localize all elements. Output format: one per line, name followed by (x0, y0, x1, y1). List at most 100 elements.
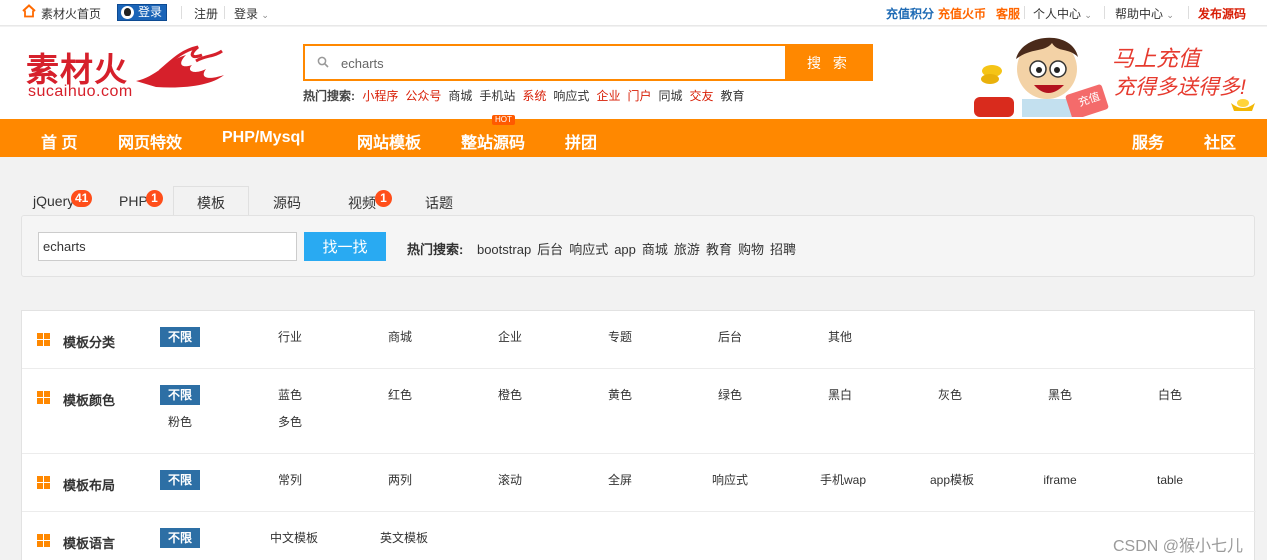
template-hot-keyword[interactable]: 后台 (537, 242, 563, 257)
tab-jquery[interactable]: jQuery (33, 193, 74, 209)
filter-option[interactable]: 其他 (820, 327, 860, 347)
filter-option[interactable]: 响应式 (710, 470, 750, 490)
filter-option[interactable]: 两列 (380, 470, 420, 490)
filter-option[interactable]: app模板 (930, 470, 974, 490)
filter-option[interactable]: 灰色 (930, 385, 970, 405)
filter-option[interactable]: 多色 (270, 412, 310, 432)
service-link[interactable]: 客服 (996, 5, 1020, 22)
home-link[interactable]: 素材火首页 (41, 5, 101, 22)
nav-site-templates[interactable]: 网站模板 (357, 129, 421, 153)
qq-login-button[interactable]: 登录 (117, 4, 167, 21)
hot-search-keyword[interactable]: 同城 (658, 89, 682, 103)
watermark: CSDN @猴小七儿 (1113, 538, 1244, 555)
tab-php[interactable]: PHP (119, 193, 148, 209)
divider (1024, 6, 1025, 19)
filter-option[interactable]: iframe (1040, 470, 1080, 490)
hot-search-keyword[interactable]: 门户 (627, 89, 651, 103)
nav-php-mysql[interactable]: PHP/Mysql (222, 129, 305, 147)
search-button[interactable]: 搜 索 (785, 44, 873, 81)
template-hot-keyword[interactable]: bootstrap (477, 242, 531, 257)
search-input[interactable] (341, 53, 771, 73)
filter-option[interactable]: 黑白 (820, 385, 860, 405)
nav-home[interactable]: 首 页 (41, 129, 77, 153)
tab-video[interactable]: 视频 (348, 193, 376, 213)
tab-source[interactable]: 源码 (273, 193, 301, 213)
hot-search-keyword[interactable]: 公众号 (405, 89, 441, 103)
filter-option[interactable]: 行业 (270, 327, 310, 347)
filter-option[interactable]: 常列 (270, 470, 310, 490)
filter-option[interactable]: 商城 (380, 327, 420, 347)
filter-option[interactable]: 蓝色 (270, 385, 310, 405)
personal-center-dropdown[interactable]: 个人中心 ⌄ (1033, 5, 1092, 22)
nav-group-buy[interactable]: 拼团 (565, 129, 597, 153)
template-hot-keyword[interactable]: 旅游 (674, 242, 700, 257)
site-logo[interactable]: 素材火 sucaihuo.com (24, 41, 224, 103)
filter-option[interactable]: 橙色 (490, 385, 530, 405)
recharge-coins-link[interactable]: 充值火币 (938, 5, 986, 22)
hot-search-keyword[interactable]: 交友 (689, 89, 713, 103)
filter-option[interactable]: 白色 (1150, 385, 1190, 405)
nav-web-effects[interactable]: 网页特效 (118, 129, 182, 153)
help-center-dropdown[interactable]: 帮助中心 ⌄ (1115, 5, 1174, 22)
filter-option[interactable]: 手机wap (820, 470, 866, 490)
qq-login-label: 登录 (138, 5, 163, 19)
template-hot-keyword[interactable]: app (614, 242, 636, 257)
filter-label: 模板分类 (63, 335, 116, 350)
filter-label: 模板语言 (63, 536, 116, 551)
help-center-label: 帮助中心 (1115, 7, 1164, 21)
hot-search-keyword[interactable]: 商城 (448, 89, 472, 103)
filter-option[interactable]: 绿色 (710, 385, 750, 405)
filter-option[interactable]: 英文模板 (380, 528, 428, 548)
divider (1104, 6, 1105, 19)
tab-topics[interactable]: 话题 (425, 193, 453, 213)
filter-option[interactable]: 黑色 (1040, 385, 1080, 405)
hot-search-keyword[interactable]: 小程序 (362, 89, 398, 103)
filter-option[interactable]: table (1150, 470, 1190, 490)
template-hot-keyword[interactable]: 教育 (706, 242, 732, 257)
filter-option[interactable]: 滚动 (490, 470, 530, 490)
filter-option-any[interactable]: 不限 (160, 385, 200, 405)
filter-option[interactable]: 专题 (600, 327, 640, 347)
promo-title: 马上充值 (1112, 46, 1201, 71)
grid-icon (37, 391, 50, 404)
hot-search-keyword[interactable]: 企业 (596, 89, 620, 103)
template-hot-keyword[interactable]: 购物 (738, 242, 764, 257)
filter-label: 模板颜色 (63, 393, 116, 408)
filter-option[interactable]: 红色 (380, 385, 420, 405)
template-hot-keyword[interactable]: 招聘 (770, 242, 796, 257)
login-dropdown[interactable]: 登录 ⌄ (234, 5, 269, 22)
main-nav: 首 页 网页特效 PHP/Mysql 网站模板 整站源码 HOT 拼团 服务 社… (0, 115, 1267, 157)
find-button[interactable]: 找一找 (304, 232, 386, 261)
nav-full-site-source[interactable]: 整站源码 (461, 129, 525, 153)
header: 素材火 sucaihuo.com 搜 索 热门搜索: 小程序公众号商城手机站系统… (0, 27, 1267, 119)
promo-subtitle: 充得多送得多! (1114, 76, 1246, 99)
filter-option-any[interactable]: 不限 (160, 528, 200, 548)
template-hot-keyword[interactable]: 商城 (642, 242, 668, 257)
template-hot-keyword[interactable]: 响应式 (569, 242, 608, 257)
hot-search-keyword[interactable]: 系统 (522, 89, 546, 103)
filter-row: 模板语言 不限 中文模板 英文模板 (22, 512, 1256, 560)
login-label: 登录 (234, 7, 259, 21)
divider (181, 6, 182, 19)
template-search-input[interactable] (38, 232, 297, 261)
hot-search-keyword[interactable]: 响应式 (553, 89, 589, 103)
hot-search-keyword[interactable]: 手机站 (479, 89, 515, 103)
tab-templates[interactable]: 模板 (197, 193, 225, 213)
register-link[interactable]: 注册 (194, 5, 218, 22)
filter-option[interactable]: 全屏 (600, 470, 640, 490)
filter-option[interactable]: 粉色 (160, 412, 200, 432)
nav-community[interactable]: 社区 (1204, 129, 1236, 153)
gold-ingot-icon (1231, 99, 1255, 111)
recharge-promo-banner[interactable]: 充值 马上充值 充得多送得多! (972, 29, 1262, 117)
filter-option[interactable]: 企业 (490, 327, 530, 347)
filter-option[interactable]: 黄色 (600, 385, 640, 405)
hot-search-keyword[interactable]: 教育 (721, 89, 745, 103)
publish-source-link[interactable]: 发布源码 (1198, 5, 1246, 22)
filter-option[interactable]: 后台 (710, 327, 750, 347)
personal-center-label: 个人中心 (1033, 7, 1082, 21)
recharge-points-link[interactable]: 充值积分 (886, 5, 934, 22)
filter-option[interactable]: 中文模板 (270, 528, 318, 548)
filter-option-any[interactable]: 不限 (160, 327, 200, 347)
filter-option-any[interactable]: 不限 (160, 470, 200, 490)
nav-service[interactable]: 服务 (1132, 129, 1164, 153)
